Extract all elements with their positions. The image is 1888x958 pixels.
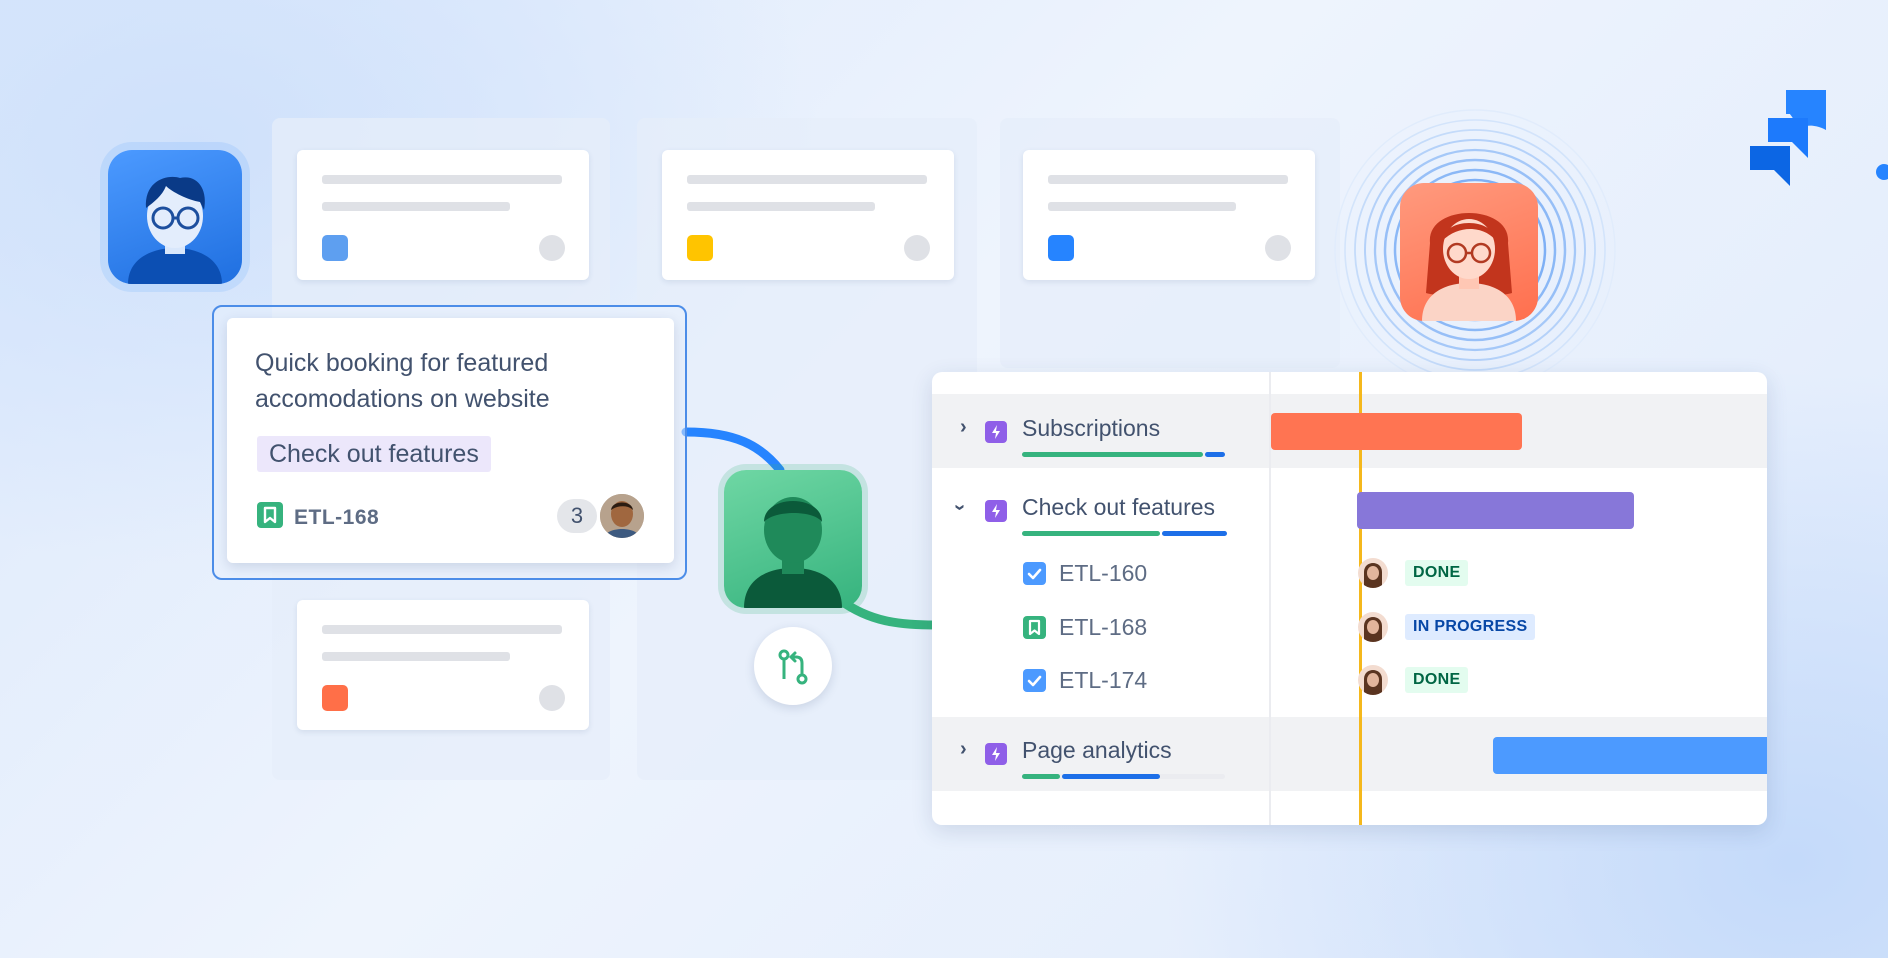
issue-title: Quick booking for featured accomodations… [255,349,550,413]
epic-chip[interactable]: Check out features [257,436,491,472]
child-issue-key[interactable]: ETL-174 [1059,667,1147,694]
timeline-bar[interactable] [1271,413,1522,450]
epic-icon [985,421,1007,443]
epic-progress-inprogress [1062,774,1160,779]
epic-name[interactable]: Check out features [1022,494,1215,521]
expand-chevron-icon[interactable]: › [960,416,967,439]
issue-card[interactable]: Quick booking for featured accomodations… [227,318,674,563]
jira-logo-icon [1750,90,1888,186]
epic-progress-done [1022,774,1060,779]
expand-chevron-icon[interactable]: › [960,738,967,761]
timeline-panel: › Subscriptions › Check out features ETL… [932,372,1767,825]
task-icon [1023,562,1046,585]
assignee-avatar[interactable] [1358,612,1388,642]
epic-progress-inprogress [1162,531,1227,536]
timeline-bar[interactable] [1357,492,1634,529]
story-icon [257,502,283,528]
assignee-avatar[interactable] [600,494,644,538]
pull-request-icon[interactable] [754,627,832,705]
status-lozenge-done: DONE [1405,667,1469,693]
man-with-glasses-avatar [108,150,242,284]
story-icon [1023,616,1046,639]
epic-icon [985,500,1007,522]
assignee-avatar[interactable] [1358,558,1388,588]
epic-icon [985,743,1007,765]
comment-count-badge: 3 [557,499,597,533]
epic-name[interactable]: Subscriptions [1022,415,1160,442]
epic-name[interactable]: Page analytics [1022,737,1172,764]
timeline-bar[interactable] [1493,737,1767,774]
issue-key[interactable]: ETL-168 [294,506,379,530]
assignee-avatar[interactable] [1358,665,1388,695]
status-lozenge-in-progress: IN PROGRESS [1405,614,1536,640]
child-issue-key[interactable]: ETL-168 [1059,614,1147,641]
collapse-chevron-icon[interactable]: › [948,504,971,511]
woman-with-glasses-avatar [1400,183,1538,321]
green-person-avatar [724,470,862,608]
child-issue-key[interactable]: ETL-160 [1059,560,1147,587]
task-icon [1023,669,1046,692]
epic-progress-done [1022,452,1203,457]
status-lozenge-done: DONE [1405,560,1469,586]
epic-progress-done [1022,531,1160,536]
epic-progress-inprogress [1205,452,1225,457]
